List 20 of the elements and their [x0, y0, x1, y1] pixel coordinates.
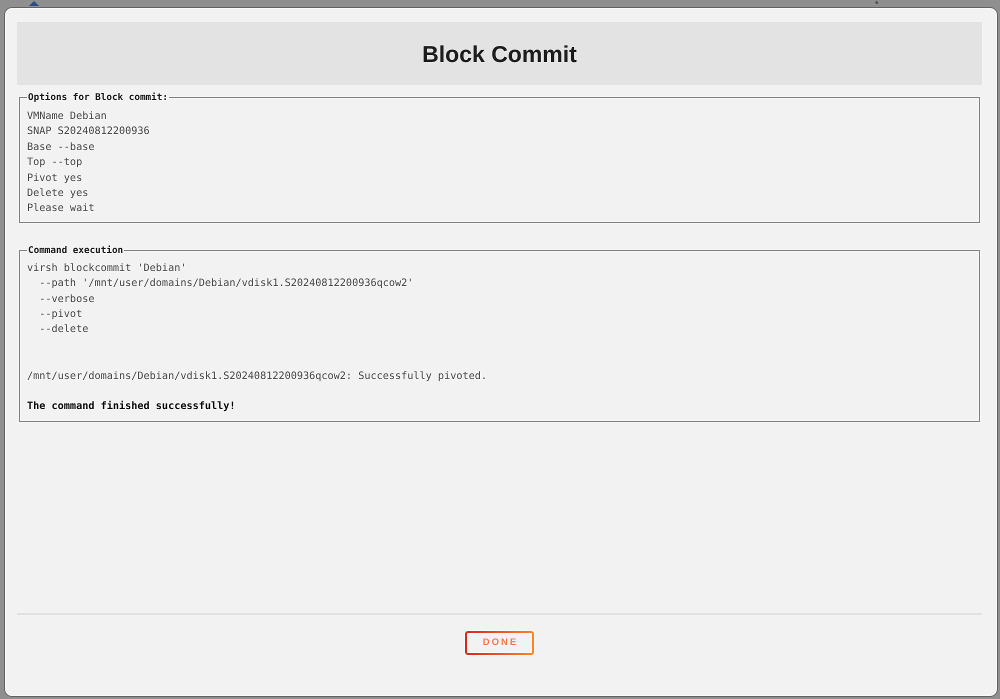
- dialog-title: Block Commit: [422, 40, 577, 68]
- command-argument: --path '/mnt/user/domains/Debian/vdisk1.S20240812200936qcow2': [39, 277, 414, 292]
- option-line: Base --base: [27, 140, 94, 155]
- panel-legend: Options for Block commit:: [27, 91, 169, 104]
- sort-triangle-icon: [29, 1, 39, 6]
- result-message: The command finished successfully!: [27, 400, 236, 414]
- column-header: *: [875, 1, 879, 7]
- option-line: Delete yes: [27, 187, 88, 202]
- panel-legend: Command execution: [27, 244, 124, 257]
- done-button[interactable]: DONE: [465, 631, 534, 655]
- option-line: VMName Debian: [27, 110, 107, 124]
- option-line: Top --top: [27, 156, 82, 170]
- option-line: Please wait: [27, 202, 94, 216]
- command-argument: --pivot: [39, 308, 82, 322]
- command-argument: --delete: [39, 323, 88, 338]
- option-line: Pivot yes: [27, 172, 82, 186]
- command-argument: --verbose: [39, 292, 94, 307]
- command-output: /mnt/user/domains/Debian/vdisk1.S20240812200936qcow2: Successfully pivoted.: [27, 370, 488, 384]
- option-line: SNAP S20240812200936: [27, 125, 150, 140]
- command-line: virsh blockcommit 'Debian': [27, 262, 186, 276]
